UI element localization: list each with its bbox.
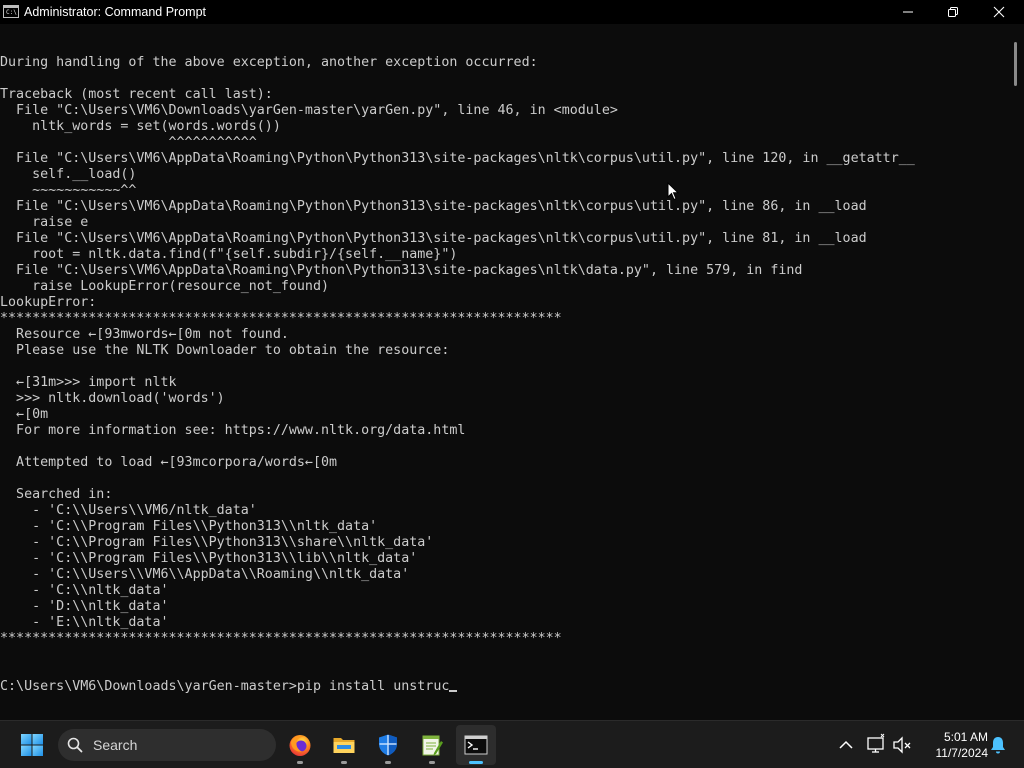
console-line: - 'C:\\nltk_data' [0, 583, 169, 598]
command-prompt-path: C:\Users\VM6\Downloads\yarGen-master> [0, 679, 297, 694]
system-clock[interactable]: 5:01 AM 11/7/2024 [916, 729, 989, 761]
console-line: File "C:\Users\VM6\AppData\Roaming\Pytho… [0, 199, 867, 214]
console-line: Traceback (most recent call last): [0, 87, 273, 102]
console-line: - 'C:\\Program Files\\Python313\\share\\… [0, 535, 434, 550]
console-line: raise LookupError(resource_not_found) [0, 279, 329, 294]
running-indicator [429, 761, 435, 764]
console-text: During handling of the above exception, … [0, 55, 915, 647]
taskbar-app-notepad-plus-plus[interactable] [412, 725, 452, 765]
console-line: nltk_words = set(words.words()) [0, 119, 281, 134]
command-prompt-window: C:\ Administrator: Command Prompt During… [0, 0, 1024, 720]
chevron-up-icon [839, 740, 853, 749]
console-line: Searched in: [0, 487, 113, 502]
console-line: During handling of the above exception, … [0, 55, 538, 70]
speaker-muted-icon [893, 736, 911, 754]
bell-icon [991, 737, 1005, 754]
cmd-app-icon-text: C:\ [6, 9, 17, 16]
cmd-app-icon[interactable]: C:\ [3, 5, 19, 18]
taskbar-app-file-explorer[interactable] [324, 725, 364, 765]
console-line: Resource ←[93mwords←[0m not found. [0, 327, 289, 342]
console-line: File "C:\Users\VM6\Downloads\yarGen-mast… [0, 103, 618, 118]
command-input[interactable]: pip install unstruc [297, 679, 449, 694]
volume-button[interactable] [890, 733, 914, 757]
running-indicator [341, 761, 347, 764]
windows-logo-icon [21, 734, 43, 756]
console-line: For more information see: https://www.nl… [0, 423, 466, 438]
shield-icon [379, 734, 397, 756]
text-cursor [449, 690, 458, 692]
network-icon [867, 733, 885, 753]
console-line: File "C:\Users\VM6\AppData\Roaming\Pytho… [0, 231, 867, 246]
console-line: - 'C:\\Users\\VM6\\AppData\\Roaming\\nlt… [0, 567, 410, 582]
running-indicator [297, 761, 303, 764]
restore-icon [948, 7, 958, 17]
taskbar-app-windows-security[interactable] [368, 725, 408, 765]
console-line: - 'E:\\nltk_data' [0, 615, 169, 630]
close-button[interactable] [976, 0, 1022, 24]
console-line: ^^^^^^^^^^^ [0, 135, 257, 150]
firefox-icon [289, 735, 311, 756]
close-icon [993, 6, 1005, 18]
network-status-button[interactable] [864, 733, 888, 757]
console-line: - 'C:\\Program Files\\Python313\\lib\\nl… [0, 551, 418, 566]
search-label: Search [93, 737, 138, 753]
console-line: ~~~~~~~~~~~^^ [0, 183, 137, 198]
console-line: - 'C:\\Users\\VM6/nltk_data' [0, 503, 257, 518]
active-indicator [469, 761, 483, 764]
start-button[interactable] [12, 725, 52, 765]
clock-date: 11/7/2024 [935, 746, 989, 760]
console-line: self.__load() [0, 167, 137, 182]
console-line: ****************************************… [0, 311, 562, 326]
console-line: File "C:\Users\VM6\AppData\Roaming\Pytho… [0, 151, 915, 166]
console-line: - 'C:\\Program Files\\Python313\\nltk_da… [0, 519, 378, 534]
vertical-scrollbar[interactable] [1006, 24, 1024, 720]
title-bar[interactable]: C:\ Administrator: Command Prompt [0, 0, 1024, 24]
notifications-button[interactable] [986, 733, 1010, 757]
console-output-area[interactable]: During handling of the above exception, … [0, 24, 1006, 720]
command-line[interactable]: C:\Users\VM6\Downloads\yarGen-master>pip… [0, 679, 458, 695]
search-icon [67, 737, 83, 753]
console-line: ←[0m [0, 407, 49, 422]
scrollbar-thumb[interactable] [1014, 42, 1017, 86]
console-line: - 'D:\\nltk_data' [0, 599, 169, 614]
show-hidden-icons-button[interactable] [834, 733, 858, 757]
console-line: ←[31m>>> import nltk [0, 375, 177, 390]
console-line: File "C:\Users\VM6\AppData\Roaming\Pytho… [0, 263, 803, 278]
terminal-icon [464, 735, 488, 755]
folder-icon [333, 738, 355, 753]
console-line: ****************************************… [0, 631, 562, 646]
restore-button[interactable] [930, 0, 976, 24]
console-line: LookupError: [0, 295, 97, 310]
taskbar-app-command-prompt[interactable] [456, 725, 496, 765]
console-line: Please use the NLTK Downloader to obtain… [0, 343, 450, 358]
window-title: Administrator: Command Prompt [24, 5, 207, 19]
taskbar-search-box[interactable]: Search [58, 729, 276, 761]
notepad-icon [422, 735, 443, 756]
minimize-icon [903, 11, 913, 13]
running-indicator [385, 761, 391, 764]
console-line: raise e [0, 215, 89, 230]
clock-time: 5:01 AM [943, 730, 988, 744]
taskbar-app-firefox[interactable] [280, 725, 320, 765]
console-line: root = nltk.data.find(f"{self.subdir}/{s… [0, 247, 458, 262]
minimize-button[interactable] [885, 0, 931, 24]
mouse-pointer-icon [667, 182, 679, 201]
console-line: >>> nltk.download('words') [0, 391, 225, 406]
taskbar: Search 5:01 AM 11/7/2024 [0, 720, 1024, 768]
console-line: Attempted to load ←[93mcorpora/words←[0m [0, 455, 338, 470]
